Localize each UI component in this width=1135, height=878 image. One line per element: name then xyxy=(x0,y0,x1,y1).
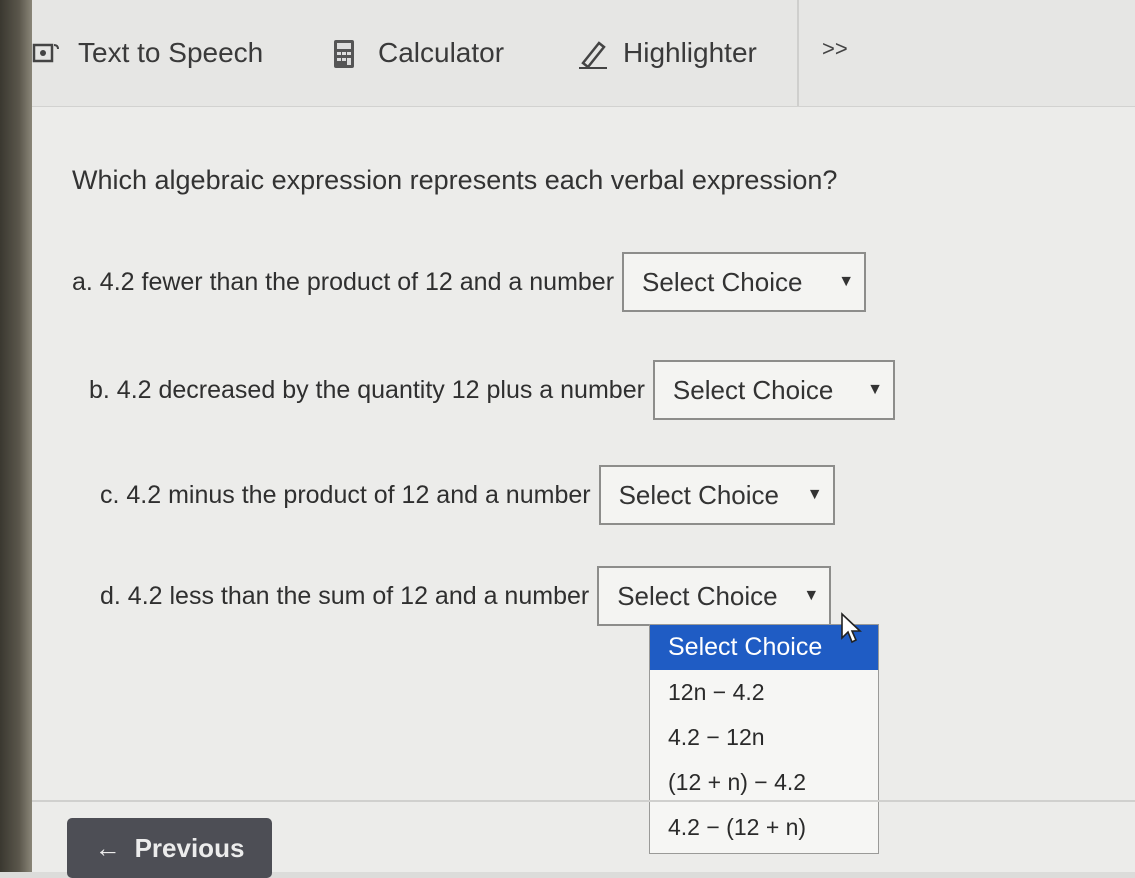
chevron-down-icon: ▼ xyxy=(803,587,820,604)
dropdown-option[interactable]: 4.2 − (12 + n) xyxy=(650,805,878,850)
item-d-select[interactable]: Select Choice ▼ xyxy=(597,566,832,626)
highlighter-icon xyxy=(577,39,607,69)
toolbar: Text to Speech Calculator Highlighter >> xyxy=(32,0,1135,107)
screen-bezel xyxy=(0,0,32,872)
quiz-screen: Text to Speech Calculator Highlighter >>… xyxy=(32,0,1135,878)
text-to-speech-button[interactable]: Text to Speech xyxy=(32,30,263,76)
chevron-down-icon: ▼ xyxy=(838,273,855,290)
item-b-text: b. 4.2 decreased by the quantity 12 plus… xyxy=(89,375,645,404)
choice-dropdown-list: Select Choice 12n − 4.2 4.2 − 12n (12 + … xyxy=(649,624,879,854)
chevron-down-icon: ▼ xyxy=(806,486,823,503)
chevron-down-icon: ▼ xyxy=(867,381,883,398)
calculator-button[interactable]: Calculator xyxy=(332,30,504,76)
item-b-select[interactable]: Select Choice ▼ xyxy=(652,360,895,420)
highlighter-button[interactable]: Highlighter xyxy=(577,30,757,76)
question-prompt: Which algebraic expression represents ea… xyxy=(72,165,838,195)
speaker-icon xyxy=(32,39,60,67)
item-c-select-value: Select Choice xyxy=(618,479,779,510)
mouse-pointer-icon xyxy=(841,612,862,644)
dropdown-option[interactable]: 4.2 − 12n xyxy=(650,715,878,760)
item-c: c. 4.2 minus the product of 12 and a num… xyxy=(100,465,835,525)
dropdown-option[interactable]: (12 + n) − 4.2 xyxy=(650,760,878,805)
calculator-label: Calculator xyxy=(378,37,505,68)
item-b: b. 4.2 decreased by the quantity 12 plus… xyxy=(89,360,895,420)
calculator-icon xyxy=(332,39,360,68)
previous-button[interactable]: ← Previous xyxy=(67,818,272,878)
item-a-select-value: Select Choice xyxy=(642,266,803,297)
item-c-text: c. 4.2 minus the product of 12 and a num… xyxy=(100,480,591,509)
item-c-select[interactable]: Select Choice ▼ xyxy=(598,465,835,525)
item-d-select-value: Select Choice xyxy=(617,580,778,611)
item-b-select-value: Select Choice xyxy=(672,374,834,405)
highlighter-label: Highlighter xyxy=(623,37,757,68)
more-tools-button[interactable]: >> xyxy=(822,36,848,62)
item-a-text: a. 4.2 fewer than the product of 12 and … xyxy=(72,267,615,296)
item-a: a. 4.2 fewer than the product of 12 and … xyxy=(72,252,867,312)
toolbar-divider xyxy=(797,0,799,106)
content-divider xyxy=(32,800,1135,802)
item-d: d. 4.2 less than the sum of 12 and a num… xyxy=(100,566,832,626)
item-d-text: d. 4.2 less than the sum of 12 and a num… xyxy=(100,581,590,610)
item-a-select[interactable]: Select Choice ▼ xyxy=(622,252,867,312)
previous-label: Previous xyxy=(134,832,245,863)
dropdown-option[interactable]: 12n − 4.2 xyxy=(650,670,878,715)
left-arrow-icon: ← xyxy=(94,832,121,863)
text-to-speech-label: Text to Speech xyxy=(78,37,264,68)
